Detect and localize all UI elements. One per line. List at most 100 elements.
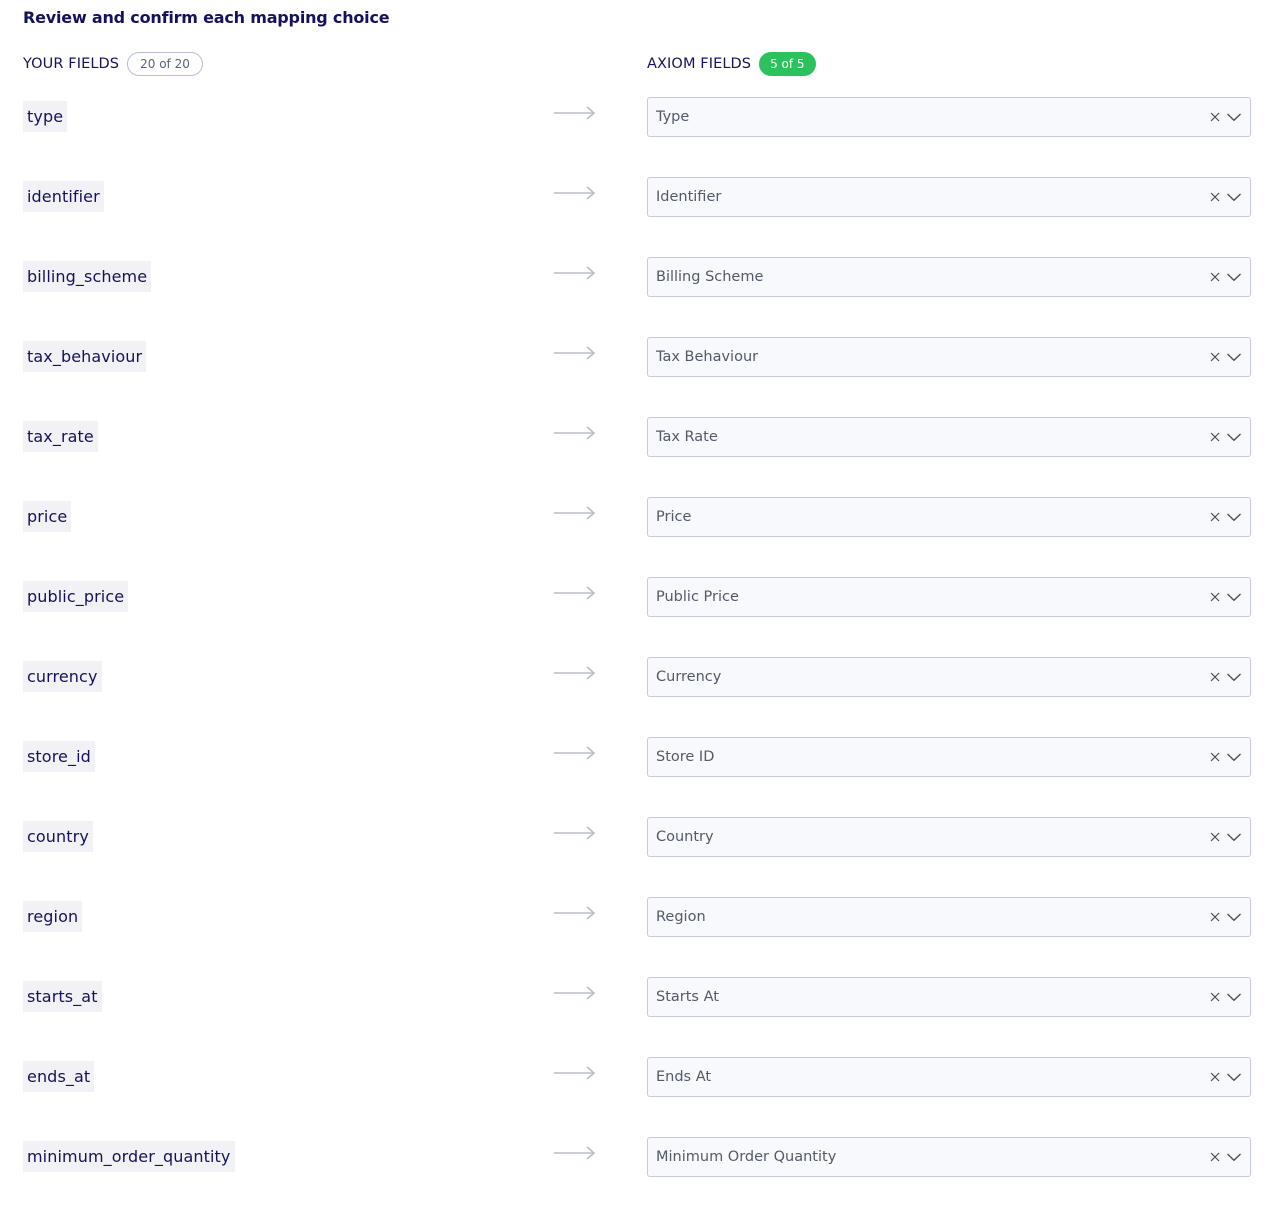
axiom-field-select[interactable]: Currency — [647, 657, 1251, 697]
axiom-field-select-value: Region — [656, 909, 706, 925]
close-icon[interactable] — [1208, 1070, 1222, 1084]
arrow-right-icon — [554, 186, 596, 200]
close-icon[interactable] — [1208, 830, 1222, 844]
chevron-down-icon[interactable] — [1224, 587, 1244, 607]
axiom-field-select-value: Minimum Order Quantity — [656, 1149, 837, 1165]
chevron-down-icon[interactable] — [1224, 1067, 1244, 1087]
source-field-label: starts_at — [23, 981, 102, 1012]
axiom-field-select[interactable]: Identifier — [647, 177, 1251, 217]
mapping-row: identifier Identifier — [0, 177, 1283, 257]
source-field-label: ends_at — [23, 1061, 95, 1092]
source-field-label: region — [23, 901, 83, 932]
close-icon[interactable] — [1208, 1150, 1222, 1164]
axiom-field-select[interactable]: Billing Scheme — [647, 257, 1251, 297]
chevron-down-icon[interactable] — [1224, 187, 1244, 207]
arrow-right-icon — [554, 986, 596, 1000]
close-icon[interactable] — [1208, 270, 1222, 284]
source-field-label: public_price — [23, 581, 129, 612]
source-field-label: identifier — [23, 181, 104, 212]
chevron-down-icon[interactable] — [1224, 667, 1244, 687]
axiom-field-select[interactable]: Minimum Order Quantity — [647, 1137, 1251, 1177]
your-fields-title: YOUR FIELDS — [23, 56, 120, 72]
source-field-label: tax_rate — [23, 421, 98, 452]
chevron-down-icon[interactable] — [1224, 427, 1244, 447]
source-field-label: price — [23, 501, 72, 532]
chevron-down-icon[interactable] — [1224, 987, 1244, 1007]
chevron-down-icon[interactable] — [1224, 107, 1244, 127]
your-fields-header: YOUR FIELDS 20 of 20 — [23, 51, 203, 77]
arrow-right-icon — [554, 1066, 596, 1080]
axiom-field-select-value: Identifier — [656, 189, 722, 205]
arrow-right-icon — [554, 826, 596, 840]
chevron-down-icon[interactable] — [1224, 907, 1244, 927]
axiom-field-select-value: Tax Behaviour — [656, 349, 759, 365]
mapping-row: tax_rate Tax Rate — [0, 417, 1283, 497]
axiom-field-select-value: Billing Scheme — [656, 269, 764, 285]
chevron-down-icon[interactable] — [1224, 267, 1244, 287]
arrow-right-icon — [554, 1146, 596, 1160]
axiom-fields-header: AXIOM FIELDS 5 of 5 — [647, 51, 816, 77]
mapping-row: tax_behaviour Tax Behaviour — [0, 337, 1283, 417]
axiom-field-select[interactable]: Ends At — [647, 1057, 1251, 1097]
chevron-down-icon[interactable] — [1224, 507, 1244, 527]
mapping-row: starts_at Starts At — [0, 977, 1283, 1057]
close-icon[interactable] — [1208, 670, 1222, 684]
source-field-label: currency — [23, 661, 102, 692]
source-field-label: type — [23, 101, 68, 132]
axiom-field-select-value: Starts At — [656, 989, 719, 1005]
close-icon[interactable] — [1208, 590, 1222, 604]
source-field-label: minimum_order_quantity — [23, 1141, 235, 1172]
axiom-field-select[interactable]: Tax Rate — [647, 417, 1251, 457]
mapping-row: country Country — [0, 817, 1283, 897]
mapping-row: billing_scheme Billing Scheme — [0, 257, 1283, 337]
mapping-row: ends_at Ends At — [0, 1057, 1283, 1137]
arrow-right-icon — [554, 666, 596, 680]
axiom-field-select-value: Ends At — [656, 1069, 712, 1085]
axiom-fields-title: AXIOM FIELDS — [647, 56, 752, 72]
close-icon[interactable] — [1208, 750, 1222, 764]
arrow-right-icon — [554, 746, 596, 760]
mapping-row: price Price — [0, 497, 1283, 577]
close-icon[interactable] — [1208, 430, 1222, 444]
chevron-down-icon[interactable] — [1224, 747, 1244, 767]
axiom-fields-count-badge: 5 of 5 — [759, 52, 816, 76]
page-title: Review and confirm each mapping choice — [23, 8, 390, 27]
close-icon[interactable] — [1208, 990, 1222, 1004]
axiom-field-select[interactable]: Region — [647, 897, 1251, 937]
arrow-right-icon — [554, 506, 596, 520]
arrow-right-icon — [554, 266, 596, 280]
chevron-down-icon[interactable] — [1224, 347, 1244, 367]
source-field-label: country — [23, 821, 93, 852]
axiom-field-select[interactable]: Starts At — [647, 977, 1251, 1017]
source-field-label: store_id — [23, 741, 95, 772]
your-fields-count-badge: 20 of 20 — [127, 52, 203, 76]
mapping-row: store_id Store ID — [0, 737, 1283, 817]
source-field-label: tax_behaviour — [23, 341, 147, 372]
axiom-field-select-value: Tax Rate — [656, 429, 718, 445]
arrow-right-icon — [554, 106, 596, 120]
mapping-row: minimum_order_quantity Minimum Order Qua… — [0, 1137, 1283, 1217]
source-field-label: billing_scheme — [23, 261, 152, 292]
chevron-down-icon[interactable] — [1224, 1147, 1244, 1167]
mapping-list: type Type identifier Identifier billing_… — [0, 97, 1283, 1217]
axiom-field-select-value: Price — [656, 509, 692, 525]
axiom-field-select[interactable]: Type — [647, 97, 1251, 137]
axiom-field-select[interactable]: Price — [647, 497, 1251, 537]
arrow-right-icon — [554, 426, 596, 440]
arrow-right-icon — [554, 906, 596, 920]
axiom-field-select[interactable]: Store ID — [647, 737, 1251, 777]
axiom-field-select[interactable]: Tax Behaviour — [647, 337, 1251, 377]
close-icon[interactable] — [1208, 110, 1222, 124]
axiom-field-select[interactable]: Country — [647, 817, 1251, 857]
axiom-field-select[interactable]: Public Price — [647, 577, 1251, 617]
close-icon[interactable] — [1208, 190, 1222, 204]
close-icon[interactable] — [1208, 510, 1222, 524]
close-icon[interactable] — [1208, 910, 1222, 924]
mapping-row: type Type — [0, 97, 1283, 177]
axiom-field-select-value: Public Price — [656, 589, 739, 605]
axiom-field-select-value: Type — [656, 109, 690, 125]
chevron-down-icon[interactable] — [1224, 827, 1244, 847]
mapping-row: currency Currency — [0, 657, 1283, 737]
axiom-field-select-value: Country — [656, 829, 714, 845]
close-icon[interactable] — [1208, 350, 1222, 364]
